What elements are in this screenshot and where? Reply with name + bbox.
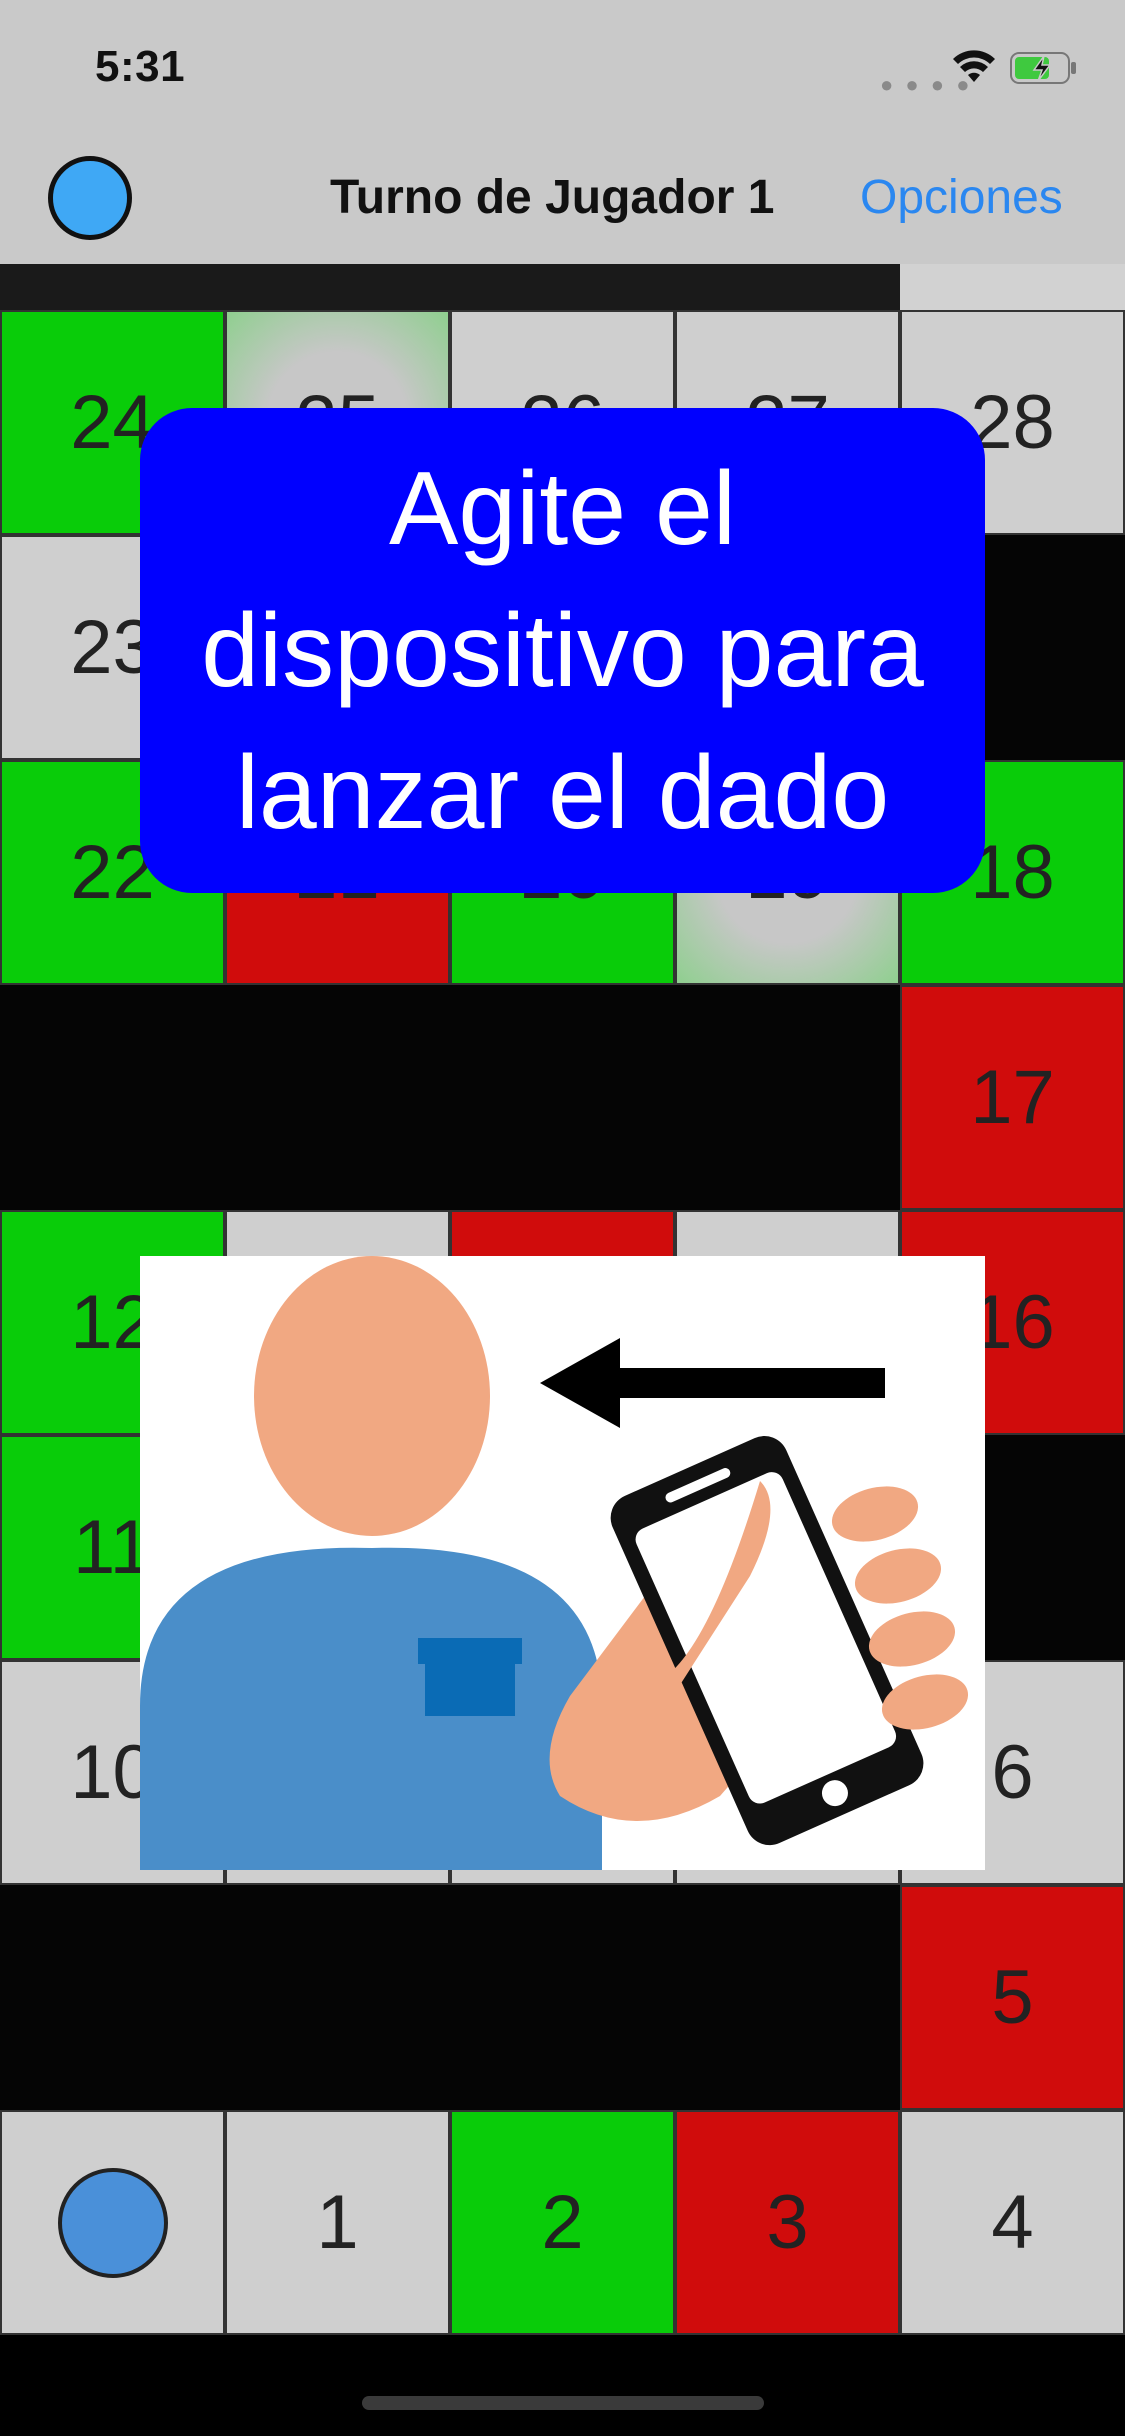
battery-charging-icon	[1010, 52, 1076, 84]
board-start-cell	[0, 2110, 225, 2335]
shake-instruction-message: Agite el dispositivo para lanzar el dado	[140, 408, 985, 893]
status-time: 5:31	[95, 42, 186, 91]
person-shaking-phone-icon	[140, 1256, 969, 1870]
board-cell-17: 17	[900, 985, 1125, 1210]
home-indicator[interactable]	[362, 2396, 764, 2410]
board-dark-row	[0, 985, 900, 1210]
board-dark-row	[0, 1885, 900, 2110]
turn-title: Turno de Jugador 1	[330, 171, 775, 224]
board-cell-2: 2	[450, 2110, 675, 2335]
status-bar: 5:31 ● ● ● ●	[0, 0, 1125, 136]
board-top-strip	[0, 264, 900, 310]
shake-device-illustration	[140, 1256, 985, 1870]
board-cell-1: 1	[225, 2110, 450, 2335]
board-top-strip-right	[900, 264, 1125, 310]
options-button[interactable]: Opciones	[860, 170, 1063, 225]
board-cell-3: 3	[675, 2110, 900, 2335]
navigation-bar: Turno de Jugador 1 Opciones	[0, 136, 1125, 266]
player-token	[57, 2167, 168, 2278]
board-cell-4: 4	[900, 2110, 1125, 2335]
wifi-icon	[953, 50, 995, 82]
board-cell-5: 5	[900, 1885, 1125, 2110]
current-player-token	[48, 156, 132, 240]
